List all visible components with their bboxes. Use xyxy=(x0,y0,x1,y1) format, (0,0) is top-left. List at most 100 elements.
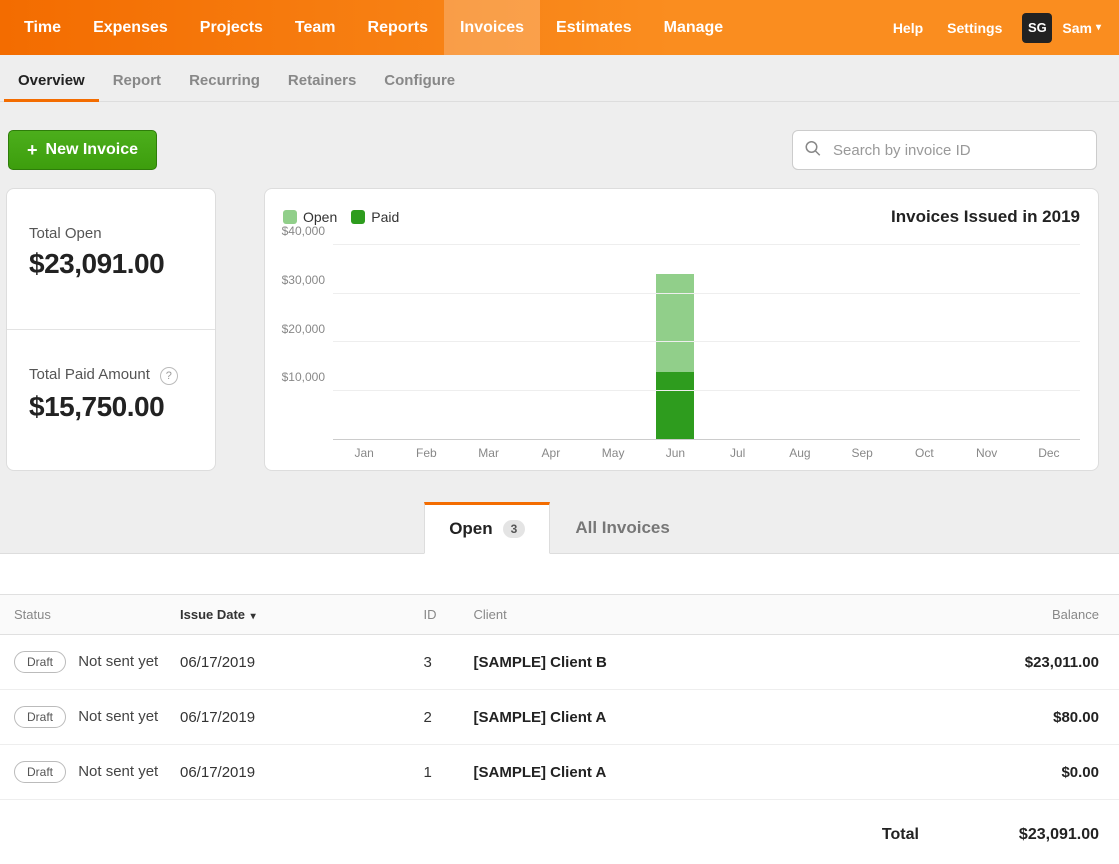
table-row[interactable]: Draft Not sent yet 06/17/20192[SAMPLE] Cl… xyxy=(0,690,1119,745)
month-col xyxy=(582,245,644,439)
sub-nav: Overview Report Recurring Retainers Conf… xyxy=(0,55,1119,102)
nav-manage[interactable]: Manage xyxy=(648,0,740,55)
tab-all-invoices[interactable]: All Invoices xyxy=(550,502,694,554)
x-tick-label: Dec xyxy=(1018,446,1080,460)
month-col xyxy=(893,245,955,439)
month-col xyxy=(769,245,831,439)
x-tick-label: Aug xyxy=(769,446,831,460)
summary-card: Total Open $23,091.00 Total Paid Amount … xyxy=(6,188,216,471)
summary-open-label: Total Open xyxy=(29,225,193,242)
th-status[interactable]: Status xyxy=(0,595,170,635)
cell-balance: $0.00 xyxy=(854,745,1119,800)
nav-projects[interactable]: Projects xyxy=(184,0,279,55)
th-client[interactable]: Client xyxy=(464,595,854,635)
chart-body: $10,000$20,000$30,000$40,000 xyxy=(283,245,1080,440)
status-pill: Draft xyxy=(14,706,66,728)
month-col xyxy=(458,245,520,439)
top-nav: Time Expenses Projects Team Reports Invo… xyxy=(0,0,1119,55)
chart-y-axis: $10,000$20,000$30,000$40,000 xyxy=(283,245,333,440)
month-col xyxy=(644,245,706,439)
tab-configure[interactable]: Configure xyxy=(370,60,469,101)
month-col xyxy=(956,245,1018,439)
nav-invoices[interactable]: Invoices xyxy=(444,0,540,55)
chart-card: Open Paid Invoices Issued in 2019 $10,00… xyxy=(264,188,1099,471)
sort-desc-icon: ▾ xyxy=(251,611,256,622)
chart-x-axis: JanFebMarAprMayJunJulAugSepOctNovDec xyxy=(333,446,1080,460)
tab-open-invoices[interactable]: Open 3 xyxy=(424,502,550,554)
y-tick-label: $40,000 xyxy=(282,224,325,238)
user-name: Sam xyxy=(1062,20,1092,36)
tab-open-count: 3 xyxy=(503,520,526,538)
month-col xyxy=(333,245,395,439)
new-invoice-label: New Invoice xyxy=(46,141,138,159)
tab-overview[interactable]: Overview xyxy=(4,60,99,101)
table-row[interactable]: Draft Not sent yet06/17/20191[SAMPLE] Cl… xyxy=(0,745,1119,800)
search-box xyxy=(792,130,1097,170)
total-row: Total $23,091.00 xyxy=(0,808,1119,844)
cell-date: 06/17/2019 xyxy=(170,745,414,800)
x-tick-label: Sep xyxy=(831,446,893,460)
cell-client: [SAMPLE] Client B xyxy=(464,635,854,690)
cell-id: 2 xyxy=(414,690,464,745)
summary-paid-value: $15,750.00 xyxy=(29,391,193,423)
tab-report[interactable]: Report xyxy=(99,60,175,101)
page-toolbar: + New Invoice xyxy=(0,102,1119,188)
x-tick-label: Mar xyxy=(458,446,520,460)
status-text: Not sent yet xyxy=(78,653,158,670)
month-col xyxy=(831,245,893,439)
summary-paid-label: Total Paid Amount xyxy=(29,366,150,383)
tab-retainers[interactable]: Retainers xyxy=(274,60,370,101)
legend-swatch-paid xyxy=(351,210,365,224)
search-icon xyxy=(804,140,822,161)
cell-balance: $80.00 xyxy=(854,690,1119,745)
nav-settings[interactable]: Settings xyxy=(935,20,1014,36)
avatar[interactable]: SG xyxy=(1022,13,1052,43)
invoices-table xyxy=(0,554,1119,594)
th-issue-date[interactable]: Issue Date ▾ xyxy=(170,595,414,635)
month-col xyxy=(1018,245,1080,439)
status-pill: Draft xyxy=(14,761,66,783)
cell-date: 06/17/2019 xyxy=(170,635,414,690)
x-tick-label: Oct xyxy=(893,446,955,460)
x-tick-label: Jun xyxy=(644,446,706,460)
chart-title: Invoices Issued in 2019 xyxy=(891,207,1080,227)
summary-open: Total Open $23,091.00 xyxy=(7,189,215,329)
nav-team[interactable]: Team xyxy=(279,0,352,55)
status-pill: Draft xyxy=(14,651,66,673)
help-icon[interactable]: ? xyxy=(160,367,178,385)
user-menu[interactable]: Sam ▾ xyxy=(1052,20,1111,36)
month-col xyxy=(395,245,457,439)
y-tick-label: $10,000 xyxy=(282,370,325,384)
plus-icon: + xyxy=(27,141,38,159)
x-tick-label: Apr xyxy=(520,446,582,460)
table-row[interactable]: Draft Not sent yet06/17/20193[SAMPLE] Cl… xyxy=(0,635,1119,690)
nav-expenses[interactable]: Expenses xyxy=(77,0,184,55)
new-invoice-button[interactable]: + New Invoice xyxy=(8,130,157,170)
search-input[interactable] xyxy=(792,130,1097,170)
chevron-down-icon: ▾ xyxy=(1096,22,1101,33)
cell-balance: $23,011.00 xyxy=(854,635,1119,690)
cell-client: [SAMPLE] Client A xyxy=(464,745,854,800)
invoices-table-main: Status Issue Date ▾ ID Client Balance Dr… xyxy=(0,594,1119,800)
invoice-tabs: Open 3 All Invoices xyxy=(0,501,1119,553)
cell-date: 06/17/2019 xyxy=(170,690,414,745)
th-id[interactable]: ID xyxy=(414,595,464,635)
status-text: Not sent yet xyxy=(78,708,158,725)
legend-swatch-open xyxy=(283,210,297,224)
nav-reports[interactable]: Reports xyxy=(352,0,444,55)
tab-open-label: Open xyxy=(449,519,492,539)
x-tick-label: Jul xyxy=(707,446,769,460)
bar-segment-open xyxy=(656,274,694,372)
legend-paid: Paid xyxy=(351,209,399,225)
invoices-table-wrap: Status Issue Date ▾ ID Client Balance Dr… xyxy=(0,553,1119,864)
chart-plot xyxy=(333,245,1080,440)
nav-time[interactable]: Time xyxy=(8,0,77,55)
nav-estimates[interactable]: Estimates xyxy=(540,0,648,55)
bar-segment-paid xyxy=(656,372,694,439)
cell-client: [SAMPLE] Client A xyxy=(464,690,854,745)
legend-open: Open xyxy=(283,209,337,225)
tab-recurring[interactable]: Recurring xyxy=(175,60,274,101)
th-balance[interactable]: Balance xyxy=(854,595,1119,635)
month-col xyxy=(520,245,582,439)
nav-help[interactable]: Help xyxy=(881,20,935,36)
